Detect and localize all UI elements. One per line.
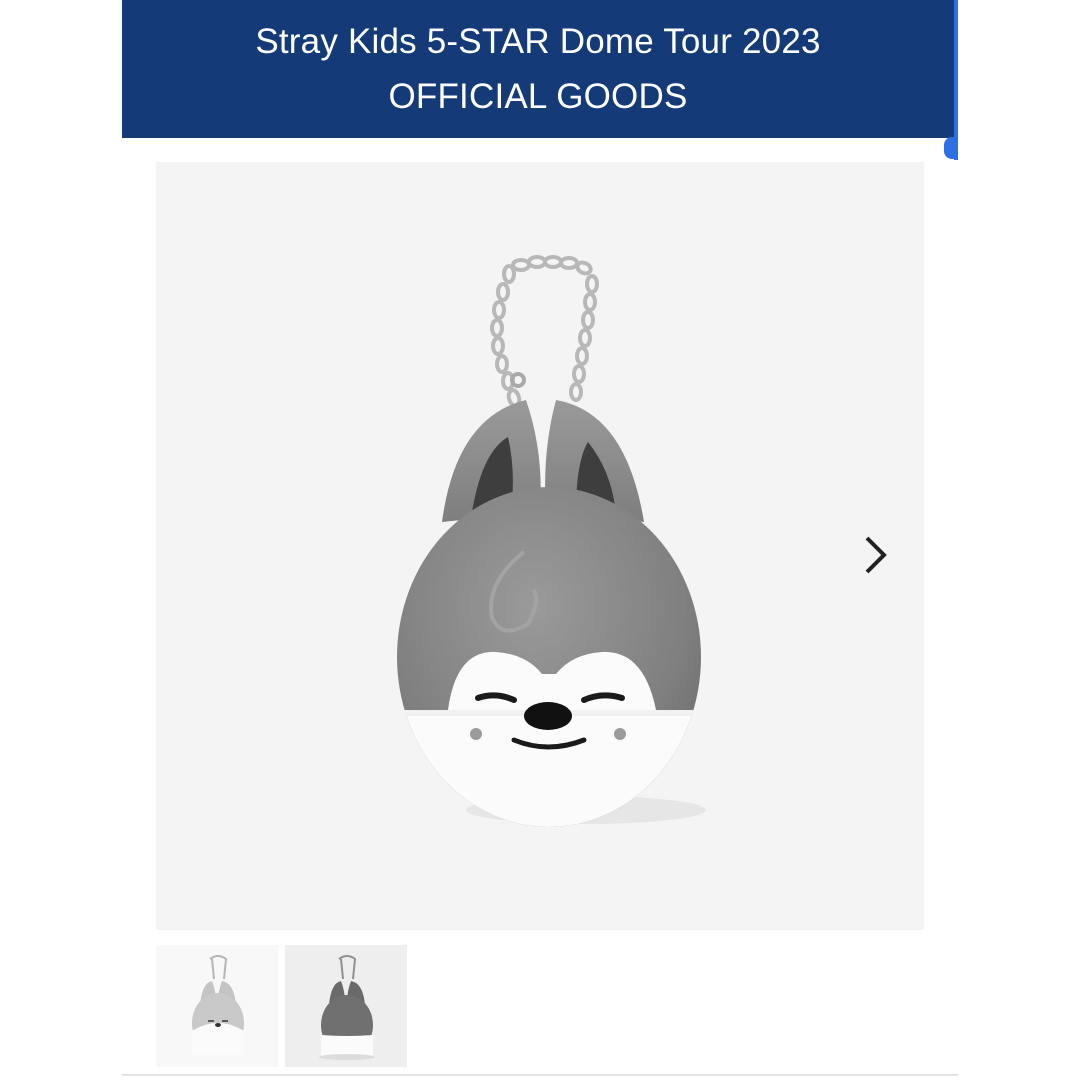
banner-subtitle: OFFICIAL GOODS — [388, 77, 688, 116]
scroll-handle[interactable] — [944, 137, 958, 159]
nose — [524, 702, 572, 730]
thumbnail-1[interactable] — [156, 945, 278, 1067]
thumbnail-2[interactable] — [285, 945, 407, 1067]
scroll-indicator — [954, 0, 958, 160]
banner-title: Stray Kids 5-STAR Dome Tour 2023 — [255, 22, 821, 61]
chevron-right-icon — [865, 536, 887, 574]
next-image-button[interactable] — [856, 530, 896, 580]
thumbnail-image — [319, 955, 375, 1060]
thumbnail-image — [192, 955, 244, 1055]
product-page: Stray Kids 5-STAR Dome Tour 2023 OFFICIA… — [122, 0, 958, 1080]
plush-keychain-image — [397, 255, 706, 827]
product-main-image[interactable] — [156, 162, 924, 930]
event-banner: Stray Kids 5-STAR Dome Tour 2023 OFFICIA… — [122, 0, 954, 138]
divider — [122, 1074, 958, 1076]
